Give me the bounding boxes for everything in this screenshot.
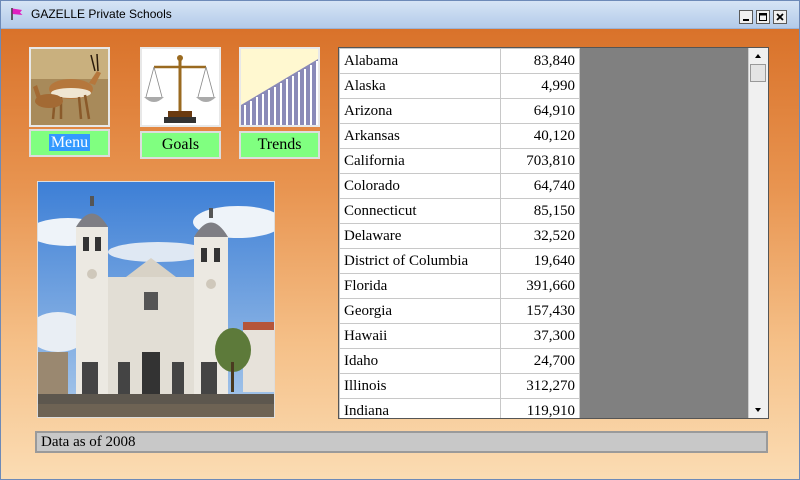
arrow-down-icon (755, 408, 761, 412)
state-name-cell: Arizona (339, 98, 501, 124)
table-row[interactable]: Alaska 4,990 (339, 73, 580, 99)
enrollment-value-cell: 85,150 (500, 198, 580, 224)
enrollment-value-cell: 19,640 (500, 248, 580, 274)
scroll-up-button[interactable] (750, 48, 766, 64)
enrollment-value-cell: 119,910 (500, 398, 580, 418)
table-row[interactable]: Indiana 119,910 (339, 398, 580, 418)
state-data-grid[interactable]: Alabama 83,840 Alaska 4,990 Arizona 64,910 Ark… (338, 47, 769, 419)
minimize-button[interactable] (739, 10, 753, 24)
enrollment-value-cell: 37,300 (500, 323, 580, 349)
state-name-cell: Hawaii (339, 323, 501, 349)
table-row[interactable]: California 703,810 (339, 148, 580, 174)
table-row[interactable]: Alabama 83,840 (339, 48, 580, 74)
enrollment-value-cell: 40,120 (500, 123, 580, 149)
status-bar: Data as of 2008 (35, 431, 768, 453)
client-area: Menu Goals Trends Alabama 83,840 Alaska … (1, 29, 799, 479)
state-name-cell: Delaware (339, 223, 501, 249)
status-text: Data as of 2008 (41, 434, 136, 450)
state-data-table: Alabama 83,840 Alaska 4,990 Arizona 64,910 Ark… (339, 48, 580, 418)
enrollment-value-cell: 83,840 (500, 48, 580, 74)
goals-image-button[interactable] (140, 47, 221, 127)
trends-image-button[interactable] (239, 47, 320, 127)
minimize-icon (743, 19, 749, 21)
scales-icon (142, 49, 219, 125)
state-name-cell: Florida (339, 273, 501, 299)
church-photo (37, 181, 275, 418)
table-row[interactable]: District of Columbia 19,640 (339, 248, 580, 274)
gazelle-icon (31, 49, 108, 125)
table-row[interactable]: Illinois 312,270 (339, 373, 580, 399)
close-button[interactable] (773, 10, 787, 24)
menu-image-button[interactable] (29, 47, 110, 127)
enrollment-value-cell: 703,810 (500, 148, 580, 174)
table-row[interactable]: Hawaii 37,300 (339, 323, 580, 349)
table-row[interactable]: Florida 391,660 (339, 273, 580, 299)
trends-label: Trends (257, 136, 302, 153)
state-name-cell: Alaska (339, 73, 501, 99)
goals-button[interactable]: Goals (140, 131, 221, 159)
title-bar[interactable]: GAZELLE Private Schools (1, 1, 799, 29)
enrollment-value-cell: 312,270 (500, 373, 580, 399)
table-row[interactable]: Connecticut 85,150 (339, 198, 580, 224)
state-name-cell: Colorado (339, 173, 501, 199)
state-name-cell: Arkansas (339, 123, 501, 149)
table-row[interactable]: Georgia 157,430 (339, 298, 580, 324)
flag-icon (10, 7, 24, 21)
arrow-up-icon (755, 54, 761, 58)
state-name-cell: Alabama (339, 48, 501, 74)
state-name-cell: Georgia (339, 298, 501, 324)
enrollment-value-cell: 24,700 (500, 348, 580, 374)
enrollment-value-cell: 64,740 (500, 173, 580, 199)
enrollment-value-cell: 4,990 (500, 73, 580, 99)
menu-button[interactable]: Menu (29, 129, 110, 157)
table-row[interactable]: Arkansas 40,120 (339, 123, 580, 149)
state-name-cell: Idaho (339, 348, 501, 374)
maximize-button[interactable] (756, 10, 770, 24)
close-icon (776, 13, 784, 21)
table-row[interactable]: Delaware 32,520 (339, 223, 580, 249)
menu-label: Menu (48, 134, 91, 151)
table-row[interactable]: Arizona 64,910 (339, 98, 580, 124)
state-name-cell: Indiana (339, 398, 501, 418)
enrollment-value-cell: 391,660 (500, 273, 580, 299)
trend-chart-icon (241, 49, 318, 125)
enrollment-value-cell: 32,520 (500, 223, 580, 249)
scroll-down-button[interactable] (750, 402, 766, 418)
enrollment-value-cell: 157,430 (500, 298, 580, 324)
window-title: GAZELLE Private Schools (31, 7, 172, 21)
app-window: GAZELLE Private Schools Menu Goals Trend… (0, 0, 800, 480)
state-name-cell: California (339, 148, 501, 174)
table-row[interactable]: Colorado 64,740 (339, 173, 580, 199)
state-name-cell: Illinois (339, 373, 501, 399)
goals-label: Goals (161, 136, 200, 153)
trends-button[interactable]: Trends (239, 131, 320, 159)
maximize-icon (759, 13, 767, 21)
state-name-cell: District of Columbia (339, 248, 501, 274)
table-row[interactable]: Idaho 24,700 (339, 348, 580, 374)
state-name-cell: Connecticut (339, 198, 501, 224)
enrollment-value-cell: 64,910 (500, 98, 580, 124)
vertical-scrollbar[interactable] (748, 48, 768, 418)
scroll-thumb[interactable] (750, 64, 766, 82)
